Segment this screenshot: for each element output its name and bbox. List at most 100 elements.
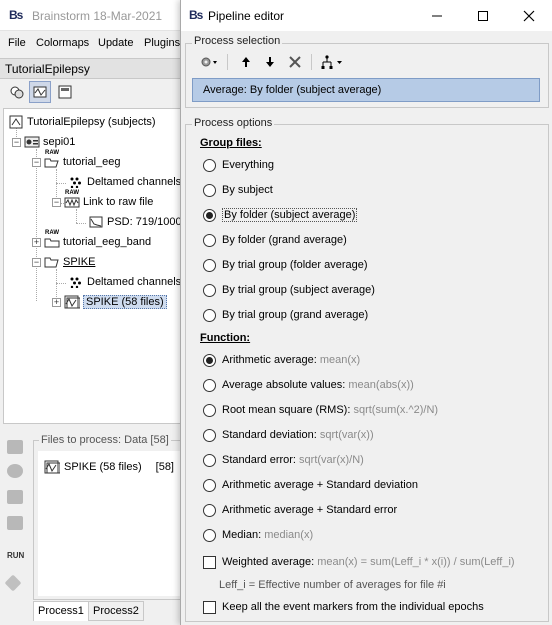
- tree-folder-tutorial-eeg-band[interactable]: + RAW tutorial_eeg_band: [32, 230, 151, 251]
- tab-process2[interactable]: Process2: [88, 601, 144, 621]
- subject-icon: [24, 135, 40, 149]
- radio-button[interactable]: [203, 183, 216, 197]
- keep-events-checkbox[interactable]: [203, 600, 216, 614]
- list-item[interactable]: SPIKE (58 files) [58]: [44, 460, 174, 474]
- database-explorer-tree: TutorialEpilepsy (subjects) − sepi01 − R…: [3, 108, 190, 424]
- radio-group-everything[interactable]: Everything: [203, 157, 274, 173]
- radio-group-by-subject[interactable]: By subject: [203, 182, 273, 198]
- radio-button[interactable]: [203, 453, 216, 467]
- tab-process1[interactable]: Process1: [33, 601, 89, 621]
- pipeline-logo: Bs: [189, 8, 203, 22]
- brainstorm-titlebar: Bs Brainstorm 18-Mar-2021: [0, 0, 190, 31]
- radio-button[interactable]: [203, 503, 216, 517]
- tree-folder-spike[interactable]: − SPIKE: [32, 253, 95, 271]
- radio-button[interactable]: [203, 403, 216, 417]
- files-to-process-panel: Files to process: Data [58] SPIKE (58 fi…: [33, 434, 190, 600]
- menu-plugins[interactable]: Plugins: [144, 37, 180, 49]
- move-up-button[interactable]: [235, 51, 257, 73]
- tree-root-protocol[interactable]: TutorialEpilepsy (subjects): [8, 113, 156, 131]
- data-filter-icon[interactable]: [7, 440, 23, 454]
- files-panel-title: Files to process: Data [58]: [39, 434, 171, 446]
- folder-open-icon: [44, 255, 60, 269]
- conditions-icon: [58, 85, 72, 99]
- radio-button[interactable]: [203, 378, 216, 392]
- files-list[interactable]: SPIKE (58 files) [58]: [38, 451, 188, 596]
- collapse-toggle-icon[interactable]: −: [32, 157, 41, 167]
- radio-button[interactable]: [203, 528, 216, 542]
- collapse-toggle-icon[interactable]: −: [32, 257, 41, 267]
- add-process-button[interactable]: [197, 51, 223, 73]
- radio-button[interactable]: [203, 478, 216, 492]
- radio-button[interactable]: [203, 158, 216, 172]
- close-button[interactable]: [506, 0, 552, 31]
- radio-func-std[interactable]: Standard deviation: sqrt(var(x)): [203, 427, 374, 443]
- maximize-button[interactable]: [460, 0, 506, 31]
- move-down-button[interactable]: [259, 51, 281, 73]
- brainstorm-window-title: Brainstorm 18-Mar-2021: [32, 9, 163, 23]
- sources-filter-icon[interactable]: [7, 464, 23, 478]
- minimize-button[interactable]: [414, 0, 460, 31]
- radio-group-by-folder-grand[interactable]: By folder (grand average): [203, 232, 347, 248]
- pipeline-icon[interactable]: [4, 574, 22, 592]
- timefreq-filter-icon[interactable]: [7, 490, 23, 504]
- pipeline-menu-button[interactable]: [317, 51, 347, 73]
- radio-func-mean-stderr[interactable]: Arithmetic average + Standard error: [203, 502, 397, 518]
- menu-colormaps[interactable]: Colormaps: [36, 37, 89, 49]
- expand-toggle-icon[interactable]: +: [52, 297, 61, 307]
- collapse-toggle-icon[interactable]: −: [12, 137, 21, 147]
- psd-icon: [88, 215, 104, 229]
- radio-func-stderr[interactable]: Standard error: sqrt(var(x)/N): [203, 452, 364, 468]
- pipeline-toolbar: [191, 51, 531, 73]
- delete-process-button[interactable]: [284, 51, 306, 73]
- matrix-filter-icon[interactable]: [7, 516, 23, 530]
- expand-toggle-icon[interactable]: +: [32, 237, 41, 247]
- weighted-average-checkbox-row[interactable]: Weighted average: mean(x) = sum(Leff_i *…: [203, 554, 515, 570]
- radio-group-trial-grand[interactable]: By trial group (grand average): [203, 307, 368, 323]
- tree-channel-file[interactable]: Deltamed channels: [68, 173, 181, 191]
- tree-link-raw-file[interactable]: − RAW Link to raw file: [52, 190, 153, 211]
- delete-icon: [289, 56, 301, 68]
- close-icon: [523, 10, 535, 21]
- raw-link-icon: RAW: [64, 190, 80, 209]
- menu-file[interactable]: File: [8, 37, 26, 49]
- radio-button-checked[interactable]: [203, 208, 216, 222]
- view-anatomy-button[interactable]: [6, 81, 28, 103]
- brainstorm-menubar: File Colormaps Update Plugins: [0, 32, 190, 54]
- radio-button[interactable]: [203, 233, 216, 247]
- radio-func-mean-std[interactable]: Arithmetic average + Standard deviation: [203, 477, 418, 493]
- pipeline-tree-icon: [321, 55, 342, 69]
- radio-button[interactable]: [203, 428, 216, 442]
- tree-spike-data-group[interactable]: + SPIKE (58 files): [52, 293, 167, 311]
- raw-folder-open-icon: RAW: [44, 150, 60, 169]
- radio-button[interactable]: [203, 308, 216, 322]
- radio-button[interactable]: [203, 283, 216, 297]
- radio-func-rms[interactable]: Root mean square (RMS): sqrt(sum(x.^2)/N…: [203, 402, 438, 418]
- pipeline-titlebar: Bs Pipeline editor: [181, 0, 552, 31]
- view-conditions-button[interactable]: [54, 81, 76, 103]
- radio-button-checked[interactable]: [203, 353, 216, 367]
- data-list-icon: [64, 295, 80, 309]
- radio-func-abs-mean[interactable]: Average absolute values: mean(abs(x)): [203, 377, 414, 393]
- radio-group-trial-folder[interactable]: By trial group (folder average): [203, 257, 368, 273]
- protocol-icon: [8, 115, 24, 129]
- radio-func-mean[interactable]: Arithmetic average: mean(x): [203, 352, 360, 368]
- tree-psd-file[interactable]: PSD: 719/10000: [88, 213, 188, 231]
- radio-func-median[interactable]: Median: median(x): [203, 527, 313, 543]
- selected-process-item[interactable]: Average: By folder (subject average): [192, 78, 540, 102]
- collapse-toggle-icon[interactable]: −: [52, 197, 61, 207]
- channel-icon: [68, 175, 84, 189]
- protocol-selector[interactable]: TutorialEpilepsy: [0, 58, 190, 79]
- keep-events-checkbox-row[interactable]: Keep all the event markers from the indi…: [203, 599, 484, 615]
- tree-channel-file[interactable]: Deltamed channels: [68, 273, 181, 291]
- weighted-average-checkbox[interactable]: [203, 555, 216, 569]
- view-functional-button[interactable]: [29, 81, 51, 103]
- radio-group-by-folder-subject[interactable]: By folder (subject average): [203, 207, 358, 223]
- tree-subject-sepi01[interactable]: − sepi01: [12, 133, 75, 151]
- run-button[interactable]: RUN: [7, 551, 24, 560]
- arrow-up-icon: [242, 57, 250, 67]
- radio-button[interactable]: [203, 258, 216, 272]
- radio-group-trial-subject[interactable]: By trial group (subject average): [203, 282, 375, 298]
- menu-update[interactable]: Update: [98, 37, 133, 49]
- gear-icon: [201, 57, 217, 67]
- tree-folder-tutorial-eeg[interactable]: − RAW tutorial_eeg: [32, 150, 121, 171]
